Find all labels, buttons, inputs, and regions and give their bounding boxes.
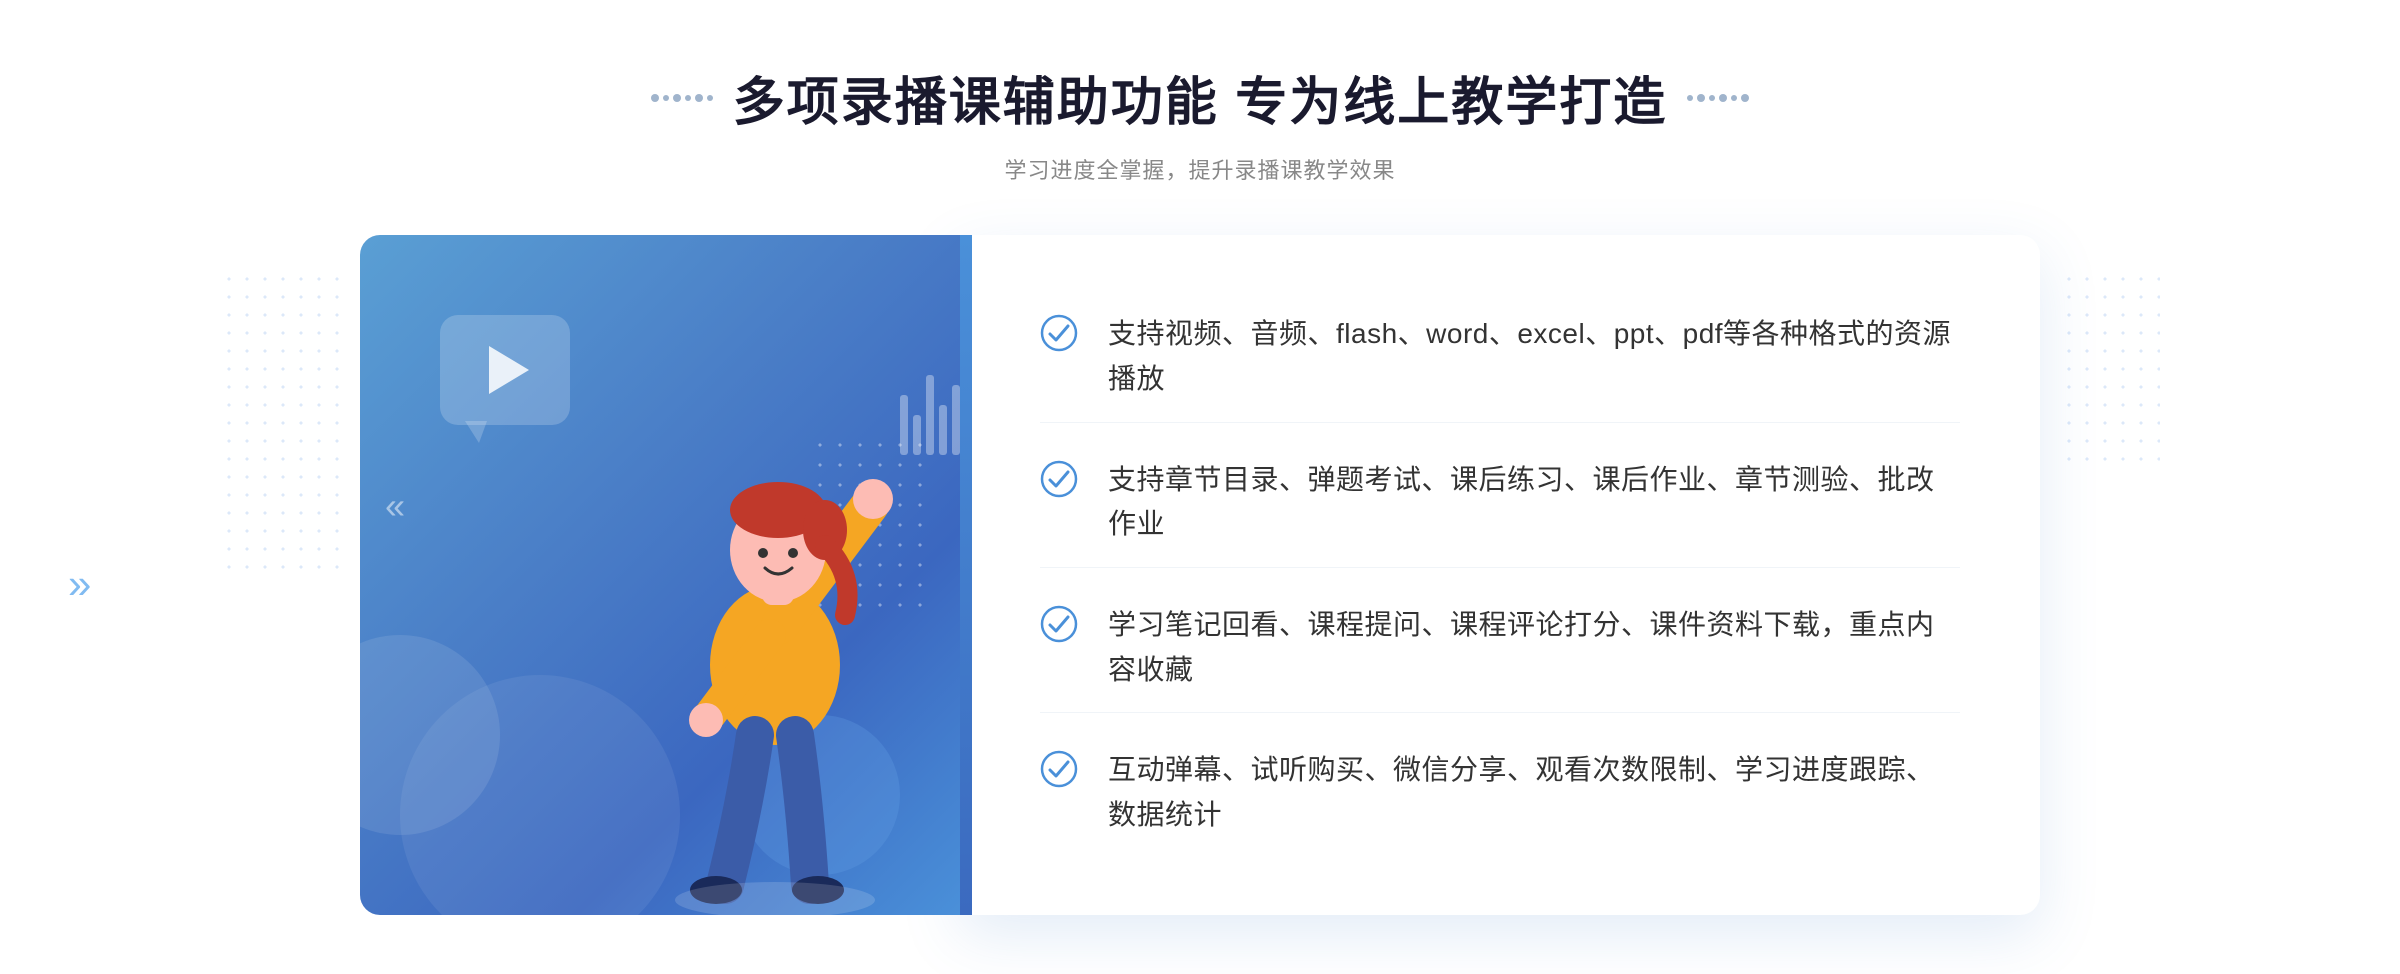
feature-item-4: 互动弹幕、试听购买、微信分享、观看次数限制、学习进度跟踪、数据统计 — [1040, 728, 1960, 858]
play-bubble — [440, 315, 570, 425]
feature-item-3: 学习笔记回看、课程提问、课程评论打分、课件资料下载，重点内容收藏 — [1040, 583, 1960, 714]
header-section: 多项录播课辅助功能 专为线上教学打造 学习进度全掌握，提升录播课教学效果 — [651, 60, 1749, 185]
check-icon-2 — [1040, 460, 1078, 498]
dot-pattern-left — [220, 270, 340, 570]
check-icon-3 — [1040, 605, 1078, 643]
chevron-left-decoration: » — [68, 560, 83, 608]
illus-bars — [900, 375, 960, 455]
decorator-dots-right — [1687, 94, 1749, 102]
header-decorators: 多项录播课辅助功能 专为线上教学打造 — [651, 60, 1749, 135]
illustration-panel: « — [360, 235, 960, 915]
decorator-dots-left — [651, 94, 713, 102]
feature-item-1: 支持视频、音频、flash、word、excel、ppt、pdf等各种格式的资源… — [1040, 292, 1960, 423]
feature-text-3: 学习笔记回看、课程提问、课程评论打分、课件资料下载，重点内容收藏 — [1108, 603, 1960, 693]
blue-accent-bar — [960, 235, 972, 915]
main-title: 多项录播课辅助功能 专为线上教学打造 — [733, 60, 1667, 135]
content-area: « — [360, 235, 2040, 915]
check-icon-1 — [1040, 314, 1078, 352]
features-panel: 支持视频、音频、flash、word、excel、ppt、pdf等各种格式的资源… — [960, 235, 2040, 915]
check-icon-4 — [1040, 750, 1078, 788]
feature-text-1: 支持视频、音频、flash、word、excel、ppt、pdf等各种格式的资源… — [1108, 312, 1960, 402]
illus-chevrons: « — [385, 485, 395, 527]
feature-text-4: 互动弹幕、试听购买、微信分享、观看次数限制、学习进度跟踪、数据统计 — [1108, 748, 1960, 838]
subtitle: 学习进度全掌握，提升录播课教学效果 — [651, 153, 1749, 185]
feature-item-2: 支持章节目录、弹题考试、课后练习、课后作业、章节测验、批改作业 — [1040, 438, 1960, 569]
page-container: » 多项录播课辅助功能 专为线上教学打造 学习进度全掌握，提升录播课教学效 — [0, 0, 2400, 974]
dot-pattern-right — [2060, 270, 2160, 470]
play-icon — [489, 346, 529, 394]
feature-text-2: 支持章节目录、弹题考试、课后练习、课后作业、章节测验、批改作业 — [1108, 458, 1960, 548]
